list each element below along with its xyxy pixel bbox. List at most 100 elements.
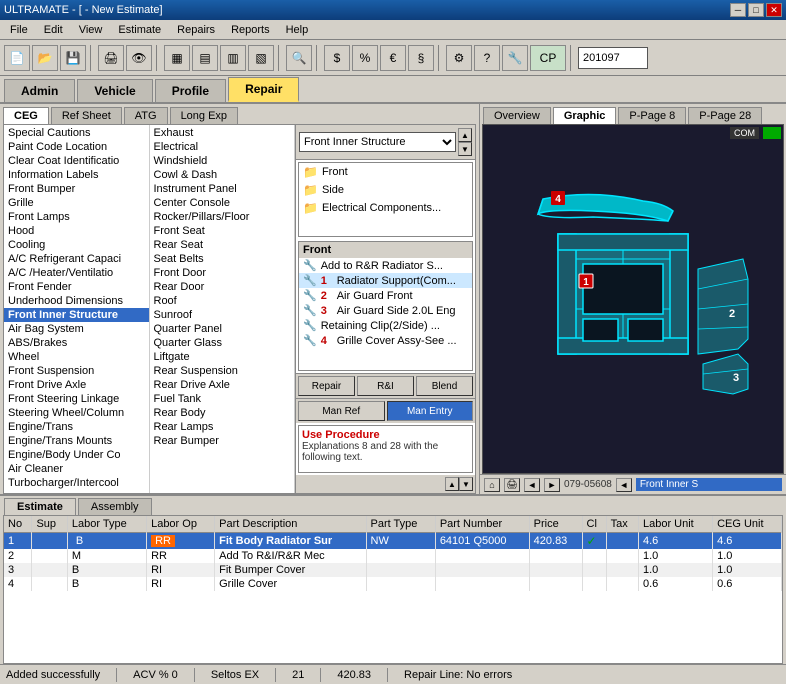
menu-help[interactable]: Help: [278, 22, 317, 38]
cat-sunroof[interactable]: Sunroof: [150, 308, 295, 322]
cat-roof[interactable]: Roof: [150, 294, 295, 308]
calc4-button[interactable]: §: [408, 45, 434, 71]
gtab-overview[interactable]: Overview: [483, 107, 551, 124]
cp-button[interactable]: CP: [530, 45, 566, 71]
menu-reports[interactable]: Reports: [223, 22, 278, 38]
struct-scroll-up[interactable]: ▲: [458, 128, 472, 142]
subtab-atg[interactable]: ATG: [124, 107, 168, 124]
nav-print-btn[interactable]: 🖨: [504, 478, 520, 492]
cat-steering-wheel[interactable]: Steering Wheel/Column: [4, 406, 149, 420]
cat-paint-code[interactable]: Paint Code Location: [4, 140, 149, 154]
cat-abs[interactable]: ABS/Brakes: [4, 336, 149, 350]
cat-front-seat[interactable]: Front Seat: [150, 224, 295, 238]
cat-electrical[interactable]: Electrical: [150, 140, 295, 154]
settings-button[interactable]: ⚙: [446, 45, 472, 71]
esttab-assembly[interactable]: Assembly: [78, 498, 152, 515]
cat-clear-coat[interactable]: Clear Coat Identificatio: [4, 154, 149, 168]
save-button[interactable]: 💾: [60, 45, 86, 71]
cat-ac-ref[interactable]: A/C Refrigerant Capaci: [4, 252, 149, 266]
menu-file[interactable]: File: [2, 22, 36, 38]
gtab-graphic[interactable]: Graphic: [553, 107, 617, 124]
cat-ac-heater[interactable]: A/C /Heater/Ventilatio: [4, 266, 149, 280]
layout2-button[interactable]: ▤: [192, 45, 218, 71]
cat-liftgate[interactable]: Liftgate: [150, 350, 295, 364]
man-entry-button[interactable]: Man Entry: [387, 401, 474, 421]
man-ref-button[interactable]: Man Ref: [298, 401, 385, 421]
subtab-longexp[interactable]: Long Exp: [170, 107, 238, 124]
tree-electrical[interactable]: 📁 Electrical Components...: [299, 199, 472, 217]
cat-rear-door[interactable]: Rear Door: [150, 280, 295, 294]
cat-quarter-panel[interactable]: Quarter Panel: [150, 322, 295, 336]
nav-home-btn[interactable]: ⌂: [484, 478, 500, 492]
table-row[interactable]: 1 B RR Fit Body Radiator Sur NW 64101 Q5…: [4, 533, 782, 550]
new-button[interactable]: 📄: [4, 45, 30, 71]
panel-scroll-down[interactable]: ▼: [459, 477, 473, 491]
cat-engine-body[interactable]: Engine/Body Under Co: [4, 448, 149, 462]
menu-repairs[interactable]: Repairs: [169, 22, 223, 38]
cat-airbag[interactable]: Air Bag System: [4, 322, 149, 336]
cat-rear-axle[interactable]: Rear Drive Axle: [150, 378, 295, 392]
cat-rear-seat[interactable]: Rear Seat: [150, 238, 295, 252]
layout4-button[interactable]: ▧: [248, 45, 274, 71]
calc3-button[interactable]: €: [380, 45, 406, 71]
cat-front-inner[interactable]: Front Inner Structure: [4, 308, 149, 322]
part-item-2[interactable]: 🔧 2 Air Guard Front: [299, 288, 472, 303]
cat-underhood[interactable]: Underhood Dimensions: [4, 294, 149, 308]
menu-estimate[interactable]: Estimate: [110, 22, 169, 38]
open-button[interactable]: 📂: [32, 45, 58, 71]
cat-rocker[interactable]: Rocker/Pillars/Floor: [150, 210, 295, 224]
cat-front-susp[interactable]: Front Suspension: [4, 364, 149, 378]
menu-edit[interactable]: Edit: [36, 22, 71, 38]
zoom-button[interactable]: 🔍: [286, 45, 312, 71]
tab-vehicle[interactable]: Vehicle: [77, 79, 152, 102]
cat-front-steering[interactable]: Front Steering Linkage: [4, 392, 149, 406]
struct-scroll-down[interactable]: ▼: [458, 142, 472, 156]
subtab-refsheet[interactable]: Ref Sheet: [51, 107, 122, 124]
restore-button[interactable]: □: [748, 3, 764, 17]
part-item-1[interactable]: 🔧 1 Radiator Support(Com...: [299, 273, 472, 288]
tab-profile[interactable]: Profile: [155, 79, 226, 102]
cat-wheel[interactable]: Wheel: [4, 350, 149, 364]
tree-front[interactable]: 📁 Front: [299, 163, 472, 181]
cat-exhaust[interactable]: Exhaust: [150, 126, 295, 140]
cat-front-axle[interactable]: Front Drive Axle: [4, 378, 149, 392]
gtab-ppage28[interactable]: P-Page 28: [688, 107, 762, 124]
cat-engine[interactable]: Engine/Trans: [4, 420, 149, 434]
nav-right-btn[interactable]: ►: [544, 478, 560, 492]
tools-button[interactable]: 🔧: [502, 45, 528, 71]
cat-instrument[interactable]: Instrument Panel: [150, 182, 295, 196]
cat-cowl[interactable]: Cowl & Dash: [150, 168, 295, 182]
gtab-ppage8[interactable]: P-Page 8: [618, 107, 686, 124]
close-button[interactable]: ✕: [766, 3, 782, 17]
minimize-button[interactable]: ─: [730, 3, 746, 17]
subtab-ceg[interactable]: CEG: [3, 107, 49, 124]
cat-windshield[interactable]: Windshield: [150, 154, 295, 168]
part-item-3[interactable]: 🔧 3 Air Guard Side 2.0L Eng: [299, 303, 472, 318]
cat-hood[interactable]: Hood: [4, 224, 149, 238]
esttab-estimate[interactable]: Estimate: [4, 498, 76, 515]
part-item-0[interactable]: 🔧 Add to R&R Radiator S...: [299, 258, 472, 273]
help-button[interactable]: ?: [474, 45, 500, 71]
cat-rear-bumper[interactable]: Rear Bumper: [150, 434, 295, 448]
cat-rear-body[interactable]: Rear Body: [150, 406, 295, 420]
calc1-button[interactable]: $: [324, 45, 350, 71]
calc2-button[interactable]: %: [352, 45, 378, 71]
cat-front-bumper[interactable]: Front Bumper: [4, 182, 149, 196]
cat-info-labels[interactable]: Information Labels: [4, 168, 149, 182]
blend-button[interactable]: Blend: [416, 376, 473, 396]
cat-grille[interactable]: Grille: [4, 196, 149, 210]
part-item-5[interactable]: 🔧 4 Grille Cover Assy-See ...: [299, 333, 472, 348]
cat-cooling[interactable]: Cooling: [4, 238, 149, 252]
cat-quarter-glass[interactable]: Quarter Glass: [150, 336, 295, 350]
cat-air-cleaner[interactable]: Air Cleaner: [4, 462, 149, 476]
cat-front-door[interactable]: Front Door: [150, 266, 295, 280]
rr-button[interactable]: R&I: [357, 376, 414, 396]
part-item-4[interactable]: 🔧 Retaining Clip(2/Side) ...: [299, 318, 472, 333]
cat-rear-susp[interactable]: Rear Suspension: [150, 364, 295, 378]
table-row[interactable]: 2 M RR Add To R&I/R&R Mec 1.0 1.0: [4, 549, 782, 563]
tab-admin[interactable]: Admin: [4, 79, 75, 102]
tree-side[interactable]: 📁 Side: [299, 181, 472, 199]
layout1-button[interactable]: ▦: [164, 45, 190, 71]
panel-scroll-up[interactable]: ▲: [445, 477, 459, 491]
nav-left-btn[interactable]: ◄: [524, 478, 540, 492]
